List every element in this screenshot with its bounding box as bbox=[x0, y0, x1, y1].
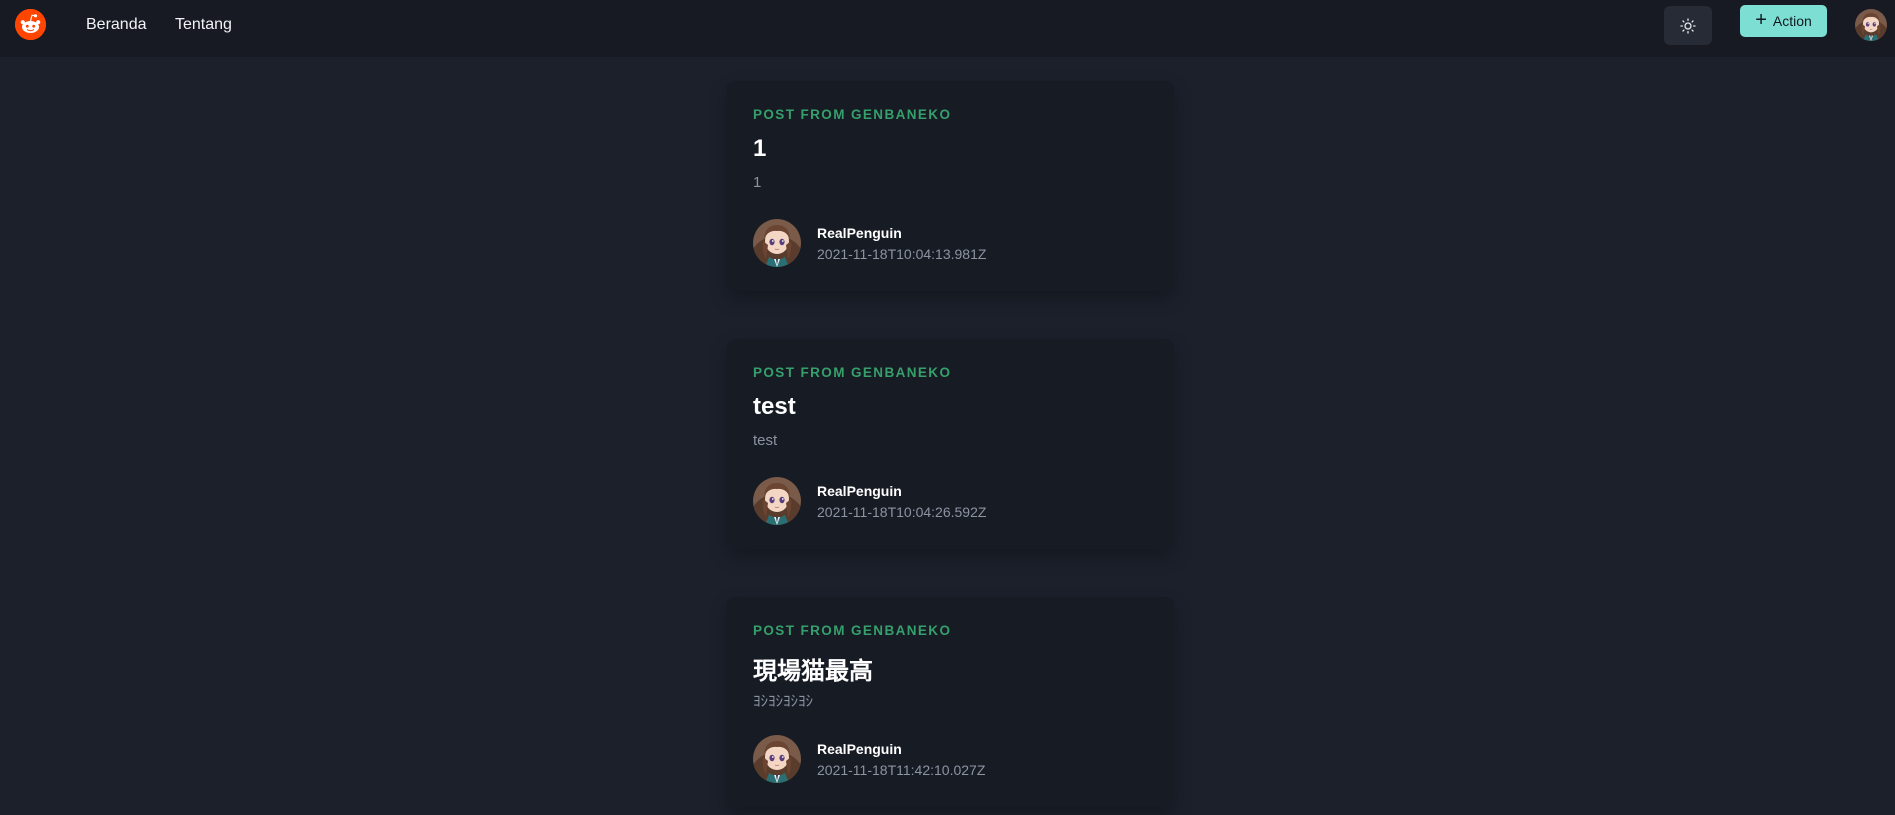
action-button[interactable]: + Action bbox=[1740, 5, 1827, 37]
post-title[interactable]: 現場猫最高 bbox=[753, 651, 873, 686]
post-source-label: Post from genbaneko bbox=[753, 623, 952, 638]
post-title[interactable]: test bbox=[753, 393, 796, 421]
nav-link-tentang[interactable]: Tentang bbox=[175, 16, 232, 34]
post-body: 1 bbox=[753, 174, 762, 191]
post-card: Post from genbaneko test test RealPengui… bbox=[727, 339, 1174, 549]
post-date: 2021-11-18T11:42:10.027Z bbox=[817, 762, 986, 778]
reddit-logo-icon[interactable] bbox=[15, 9, 46, 40]
nav-link-beranda[interactable]: Beranda bbox=[86, 16, 147, 34]
theme-toggle-button[interactable] bbox=[1664, 6, 1712, 45]
post-source-label: Post from genbaneko bbox=[753, 365, 952, 380]
post-author: RealPenguin bbox=[817, 483, 902, 499]
post-card: Post from genbaneko 現場猫最高 ﾖｼﾖｼﾖｼﾖｼ RealP… bbox=[727, 597, 1174, 807]
post-card: Post from genbaneko 1 1 RealPenguin 2021… bbox=[727, 81, 1174, 291]
top-navbar: Beranda Tentang + Action bbox=[0, 0, 1895, 57]
post-source-label: Post from genbaneko bbox=[753, 107, 952, 122]
post-date: 2021-11-18T10:04:26.592Z bbox=[817, 504, 987, 520]
user-avatar[interactable] bbox=[1855, 9, 1887, 41]
action-button-label: Action bbox=[1772, 13, 1812, 29]
author-avatar bbox=[753, 219, 801, 267]
author-avatar bbox=[753, 477, 801, 525]
post-body: test bbox=[753, 432, 778, 449]
post-date: 2021-11-18T10:04:13.981Z bbox=[817, 246, 987, 262]
post-author: RealPenguin bbox=[817, 225, 902, 241]
post-body: ﾖｼﾖｼﾖｼﾖｼ bbox=[753, 693, 814, 710]
author-avatar bbox=[753, 735, 801, 783]
plus-icon: + bbox=[1755, 9, 1767, 31]
post-author: RealPenguin bbox=[817, 741, 902, 757]
post-title[interactable]: 1 bbox=[753, 135, 766, 163]
sun-icon bbox=[1680, 17, 1696, 34]
